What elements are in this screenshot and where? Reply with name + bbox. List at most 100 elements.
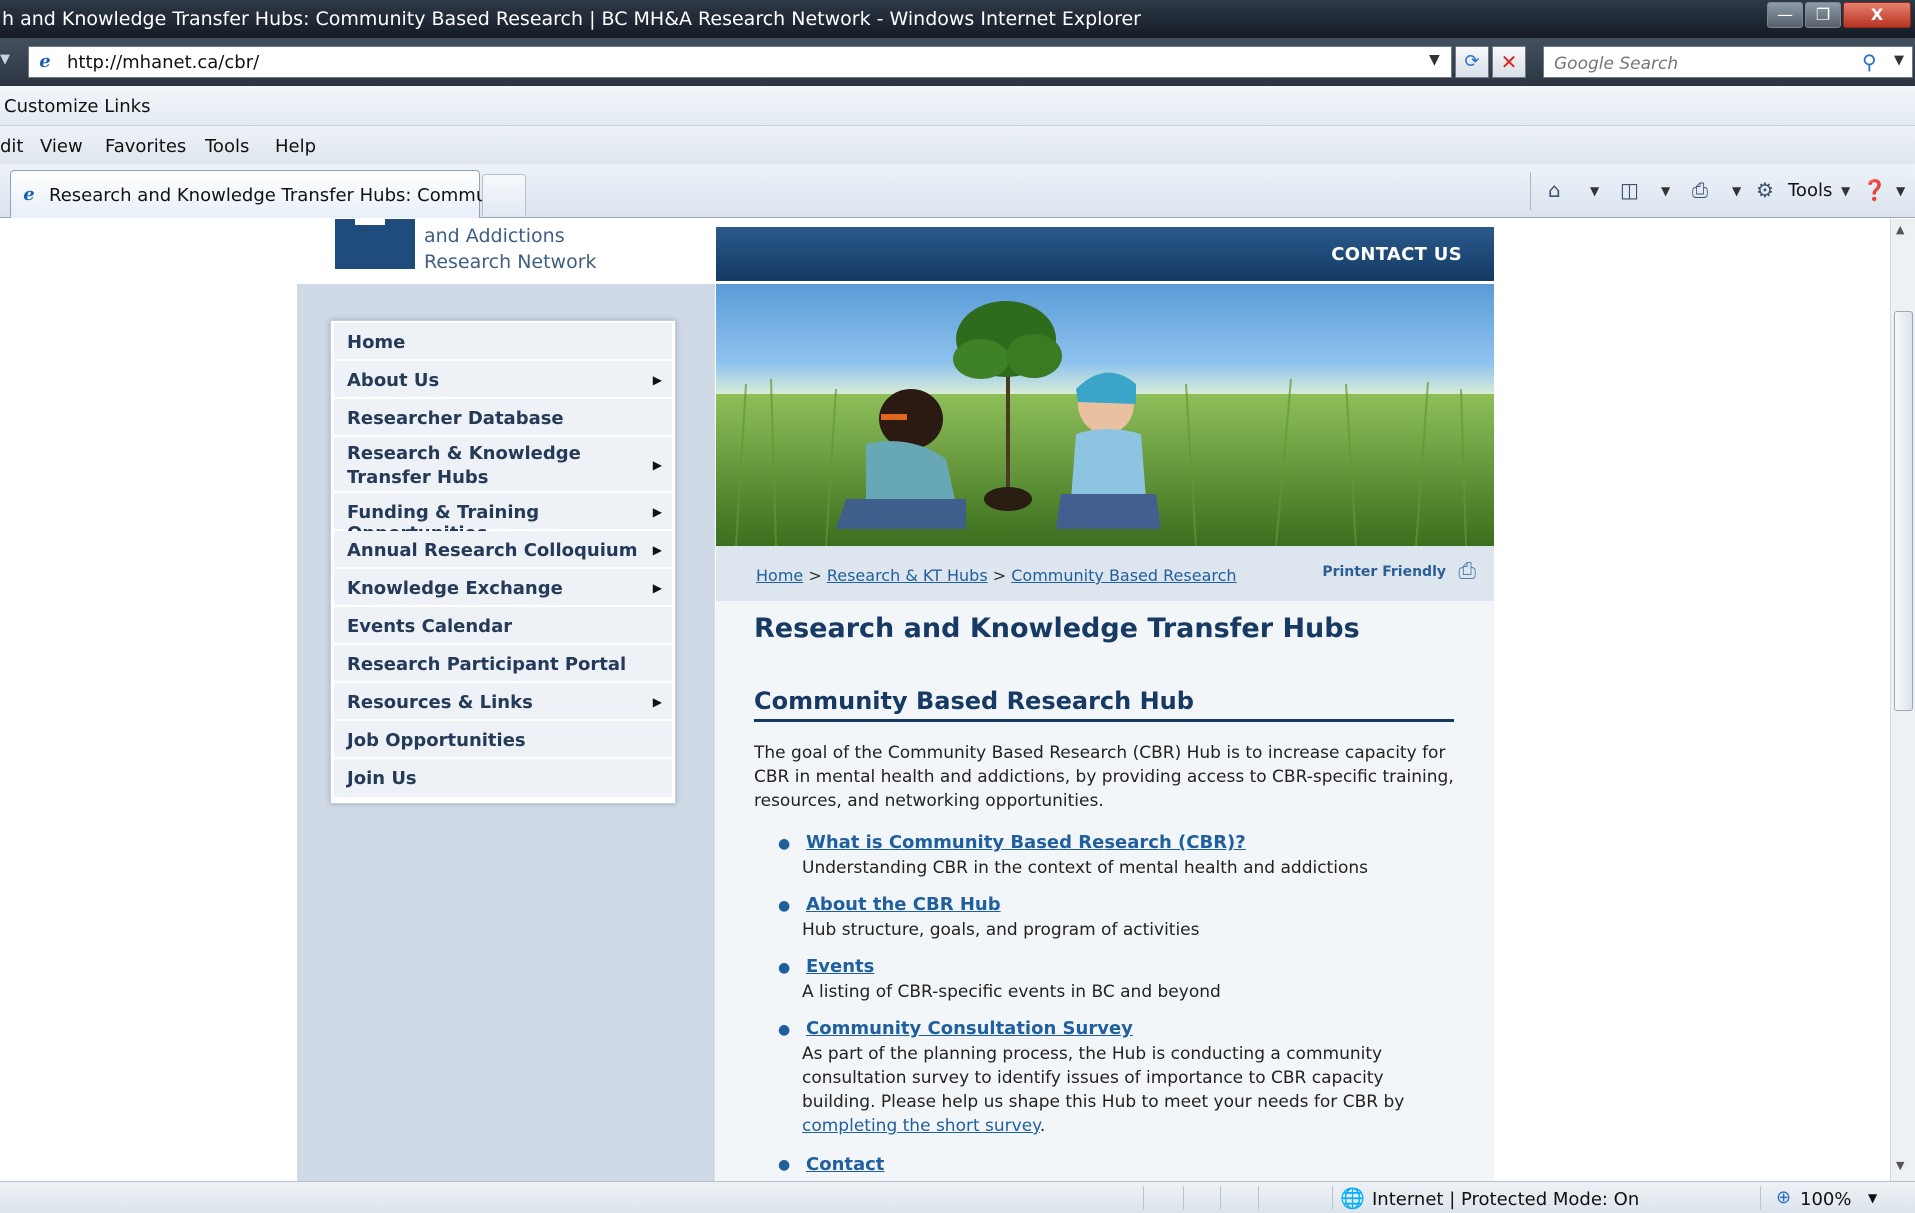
- hero-illustration: [716, 301, 1494, 546]
- link-community-consultation-survey[interactable]: Community Consultation Survey: [806, 1018, 1133, 1039]
- vertical-scrollbar[interactable]: ▲ ▼: [1890, 219, 1915, 1181]
- nav-item-job-opportunities[interactable]: Job Opportunities: [334, 721, 672, 759]
- search-input[interactable]: [1552, 53, 1852, 75]
- header-bar: CONTACT US: [716, 227, 1494, 281]
- feeds-icon[interactable]: ◫: [1620, 178, 1639, 202]
- nav-item-research-kt-hubs[interactable]: Research & Knowledge Transfer Hubs ▶: [334, 437, 672, 493]
- nav-item-label: Events Calendar: [347, 616, 513, 637]
- menu-bar: dit View Favorites Tools Help: [0, 126, 1915, 164]
- zoom-icon[interactable]: ⊕: [1776, 1187, 1791, 1208]
- item-description: Understanding CBR in the context of ment…: [802, 858, 1368, 878]
- print-dropdown-icon[interactable]: ▼: [1732, 184, 1741, 198]
- gear-icon[interactable]: ⚙: [1756, 178, 1774, 202]
- status-separator: [1220, 1186, 1221, 1210]
- minimize-button[interactable]: —: [1767, 2, 1803, 28]
- nav-item-events-calendar[interactable]: Events Calendar: [334, 607, 672, 645]
- address-dropdown-icon[interactable]: ▼: [1429, 52, 1440, 68]
- nav-item-knowledge-exchange[interactable]: Knowledge Exchange ▶: [334, 569, 672, 607]
- window-title-bar: h and Knowledge Transfer Hubs: Community…: [0, 0, 1915, 38]
- tab-label: Research and Knowledge Transfer Hubs: Co…: [49, 185, 505, 206]
- nav-item-researcher-database[interactable]: Researcher Database: [334, 399, 672, 437]
- scroll-down-icon[interactable]: ▼: [1896, 1159, 1904, 1172]
- logo-text-line1[interactable]: and Addictions: [424, 225, 565, 247]
- globe-icon: 🌐: [1340, 1186, 1365, 1210]
- scroll-up-icon[interactable]: ▲: [1896, 223, 1904, 236]
- survey-description-text: As part of the planning process, the Hub…: [802, 1044, 1405, 1112]
- tools-dropdown-icon[interactable]: ▼: [1841, 184, 1850, 198]
- bullet-icon: ●: [778, 898, 791, 914]
- nav-item-resources-links[interactable]: Resources & Links ▶: [334, 683, 672, 721]
- menu-favorites[interactable]: Favorites: [105, 136, 186, 157]
- link-events[interactable]: Events: [806, 956, 874, 977]
- breadcrumb-trail: Home > Research & KT Hubs > Community Ba…: [756, 566, 1237, 585]
- item-description: As part of the planning process, the Hub…: [802, 1042, 1452, 1138]
- tools-button-label[interactable]: Tools: [1788, 180, 1832, 201]
- tab-active[interactable]: e Research and Knowledge Transfer Hubs: …: [10, 170, 504, 218]
- nav-item-annual-colloquium[interactable]: Annual Research Colloquium ▶: [334, 531, 672, 569]
- survey-description-end: .: [1039, 1116, 1046, 1136]
- restore-button[interactable]: ❐: [1805, 2, 1841, 28]
- bullet-icon: ●: [778, 1022, 791, 1038]
- contact-us-link[interactable]: CONTACT US: [1331, 244, 1462, 265]
- help-icon[interactable]: ❓: [1862, 178, 1887, 202]
- nav-item-funding-training[interactable]: Funding & Training Opportunities ▶: [334, 493, 672, 544]
- link-contact[interactable]: Contact: [806, 1154, 884, 1175]
- customize-links[interactable]: Customize Links: [4, 96, 150, 117]
- menu-edit[interactable]: dit: [0, 136, 23, 157]
- feeds-dropdown-icon[interactable]: ▼: [1661, 184, 1670, 198]
- printer-friendly-link[interactable]: Printer Friendly: [1322, 564, 1446, 580]
- site-logo-mark[interactable]: [335, 219, 415, 269]
- submenu-arrow-icon: ▶: [652, 373, 662, 387]
- scroll-thumb[interactable]: [1894, 311, 1913, 711]
- search-icon[interactable]: ⚲: [1862, 50, 1877, 74]
- nav-item-home[interactable]: Home: [334, 323, 672, 361]
- menu-help[interactable]: Help: [275, 136, 316, 157]
- window-title: h and Knowledge Transfer Hubs: Community…: [2, 8, 1141, 30]
- print-icon[interactable]: ⎙: [1692, 178, 1708, 202]
- status-bar: 🌐 Internet | Protected Mode: On ⊕ 100% ▼: [0, 1181, 1915, 1213]
- back-forward-dropdown-icon[interactable]: ▼: [0, 52, 10, 67]
- help-dropdown-icon[interactable]: ▼: [1896, 184, 1905, 198]
- new-tab-button[interactable]: [482, 174, 526, 216]
- section-title: Community Based Research Hub: [754, 687, 1454, 722]
- menu-tools[interactable]: Tools: [205, 136, 249, 157]
- search-box[interactable]: ⚲ ▼: [1543, 46, 1913, 78]
- home-icon[interactable]: ⌂: [1548, 178, 1561, 202]
- nav-item-about-us[interactable]: About Us ▶: [334, 361, 672, 399]
- address-bar[interactable]: e http://mhanet.ca/cbr/ ▼: [28, 46, 1452, 78]
- zoom-dropdown-icon[interactable]: ▼: [1868, 1191, 1877, 1205]
- status-separator: [1258, 1186, 1259, 1210]
- security-zone-status[interactable]: Internet | Protected Mode: On: [1372, 1189, 1639, 1210]
- link-complete-survey[interactable]: completing the short survey: [802, 1116, 1040, 1136]
- menu-view[interactable]: View: [40, 136, 83, 157]
- link-about-cbr-hub[interactable]: About the CBR Hub: [806, 894, 1001, 915]
- main-nav: Home About Us ▶ Researcher Database Rese…: [330, 320, 676, 804]
- address-url[interactable]: http://mhanet.ca/cbr/: [67, 52, 259, 73]
- stop-icon[interactable]: ✕: [1492, 46, 1526, 78]
- bullet-icon: ●: [778, 1157, 791, 1173]
- search-options-dropdown-icon[interactable]: ▼: [1894, 53, 1904, 68]
- nav-item-label: Resources & Links: [347, 692, 533, 713]
- close-button[interactable]: X: [1843, 2, 1911, 28]
- breadcrumb-research-kt-hubs[interactable]: Research & KT Hubs: [827, 566, 988, 585]
- zoom-level[interactable]: 100%: [1800, 1189, 1851, 1210]
- nav-item-participant-portal[interactable]: Research Participant Portal: [334, 645, 672, 683]
- ie-page-icon: e: [23, 184, 35, 205]
- home-dropdown-icon[interactable]: ▼: [1590, 184, 1599, 198]
- address-row: ▼ e http://mhanet.ca/cbr/ ▼ ⟳ ✕ ⚲ ▼: [0, 38, 1915, 86]
- breadcrumb-community-based-research[interactable]: Community Based Research: [1011, 566, 1236, 585]
- link-what-is-cbr[interactable]: What is Community Based Research (CBR)?: [806, 832, 1246, 853]
- logo-text-line2[interactable]: Research Network: [424, 251, 597, 273]
- printer-icon[interactable]: ⎙: [1458, 559, 1476, 584]
- links-bar: Customize Links: [0, 86, 1915, 126]
- refresh-icon[interactable]: ⟳: [1455, 46, 1489, 78]
- nav-item-join-us[interactable]: Join Us: [334, 759, 672, 797]
- intro-paragraph: The goal of the Community Based Research…: [754, 743, 1454, 811]
- submenu-arrow-icon: ▶: [652, 458, 662, 472]
- nav-item-label: Knowledge Exchange: [347, 578, 563, 599]
- breadcrumb: Home > Research & KT Hubs > Community Ba…: [716, 546, 1494, 601]
- item-description: Hub structure, goals, and program of act…: [802, 920, 1200, 940]
- toolbar-separator: [1530, 172, 1531, 210]
- nav-item-label: Annual Research Colloquium: [347, 540, 638, 561]
- breadcrumb-home[interactable]: Home: [756, 566, 803, 585]
